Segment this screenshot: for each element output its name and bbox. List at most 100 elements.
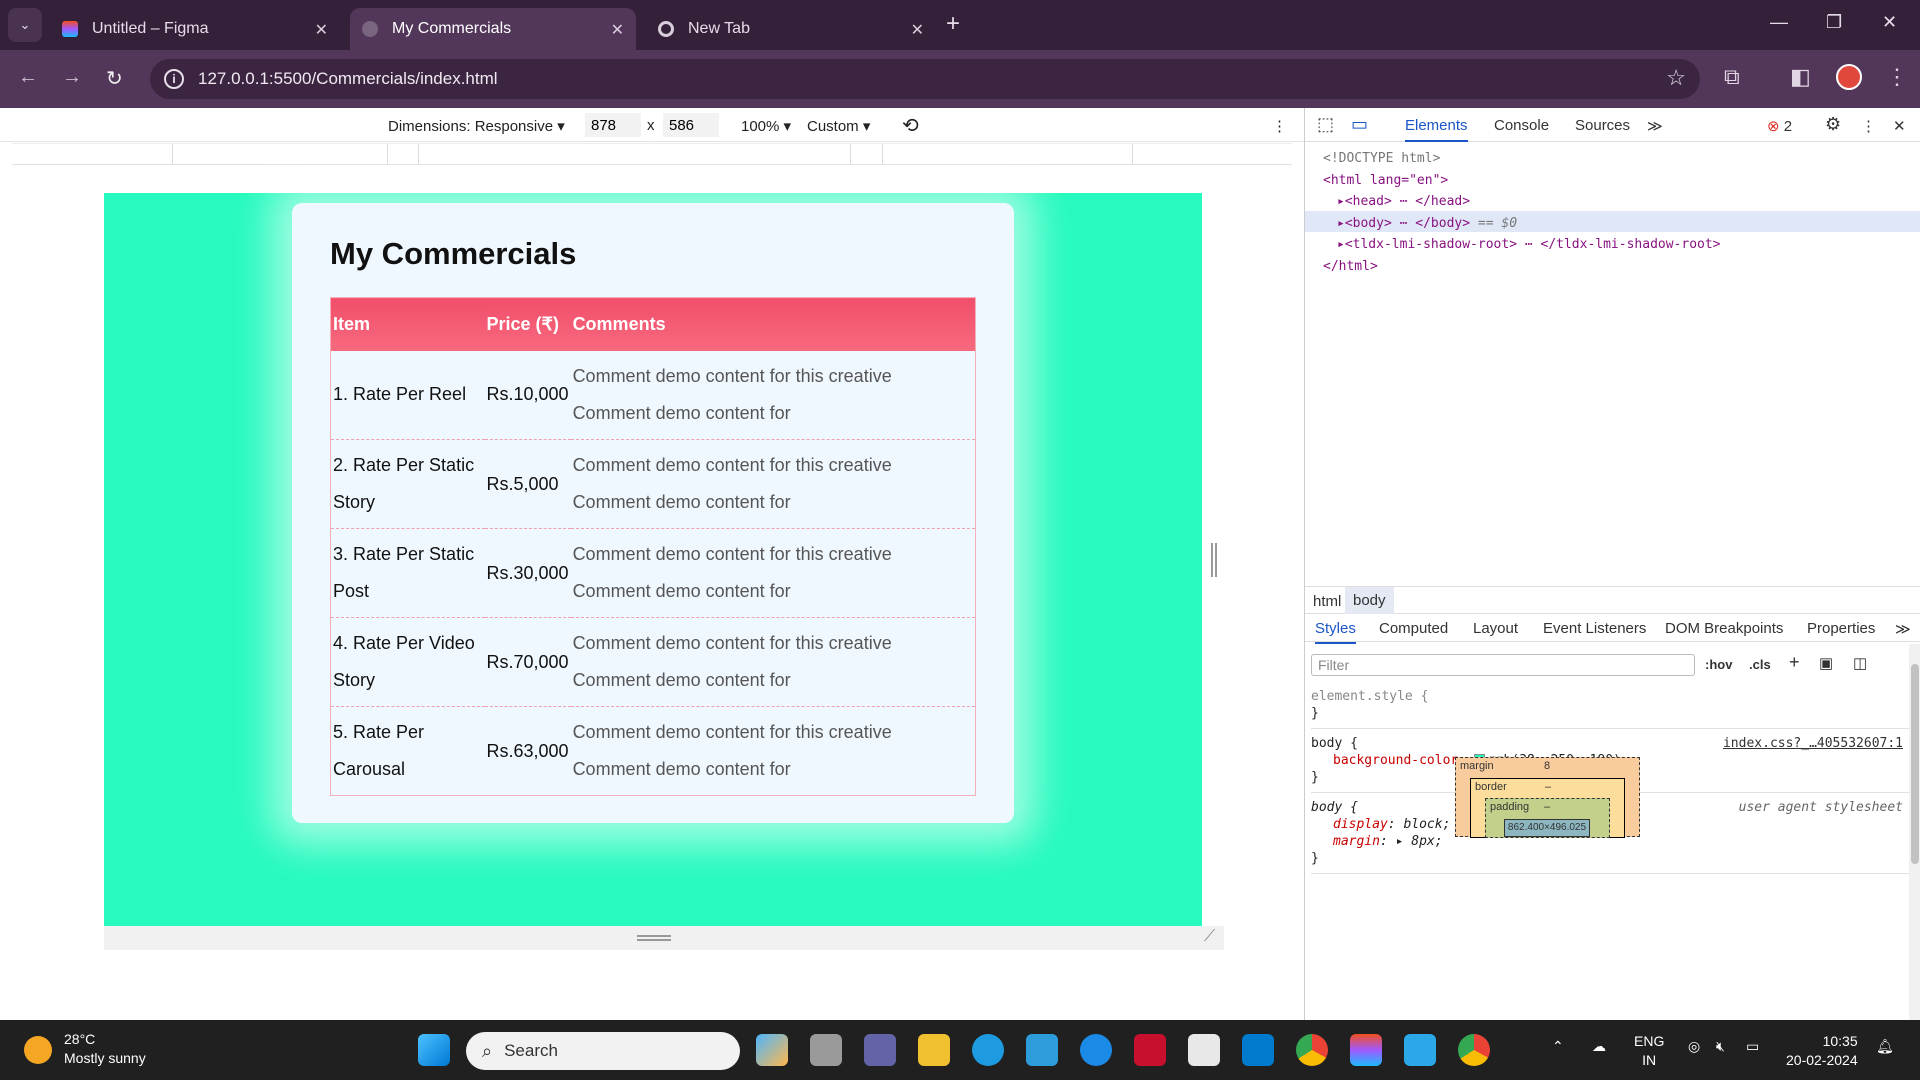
border-value[interactable]: –: [1545, 781, 1551, 793]
notification-bell-icon[interactable]: 🔔︎: [1876, 1038, 1894, 1055]
onedrive-icon[interactable]: ☁: [1592, 1038, 1606, 1055]
forward-icon[interactable]: →: [62, 66, 82, 89]
side-panel-icon[interactable]: ◧: [1790, 64, 1811, 90]
header-price: Price (₹): [484, 297, 571, 351]
resize-corner-icon[interactable]: ⟋: [1204, 928, 1215, 946]
resize-handle-bottom[interactable]: [637, 935, 671, 941]
url-text[interactable]: 127.0.0.1:5500/Commercials/index.html: [198, 69, 498, 89]
weather-text: 28°C Mostly sunny: [64, 1031, 146, 1066]
sidebar-toggle-icon[interactable]: ◫: [1853, 654, 1867, 672]
restore-icon[interactable]: ❐: [1826, 12, 1842, 33]
tab-figma[interactable]: Untitled – Figma ✕: [50, 8, 340, 50]
file-explorer-icon[interactable]: [918, 1034, 950, 1066]
dom-html-close: </html>: [1323, 258, 1378, 274]
dimensions-dropdown[interactable]: Dimensions: Responsive ▾: [388, 117, 565, 135]
hov-toggle[interactable]: :hov: [1705, 657, 1732, 672]
tab-computed[interactable]: Computed: [1379, 620, 1448, 637]
network-icon[interactable]: ◎: [1688, 1038, 1700, 1055]
app-icon[interactable]: [1026, 1034, 1058, 1066]
figma-icon[interactable]: [1350, 1034, 1382, 1066]
device-toggle-icon[interactable]: ▭: [1351, 114, 1368, 135]
media-query-ruler: [12, 143, 1292, 166]
margin-value[interactable]: 8: [1544, 760, 1550, 772]
volume-muted-icon[interactable]: 🔇︎: [1716, 1038, 1725, 1055]
language-indicator[interactable]: ENG IN: [1634, 1032, 1664, 1070]
scrollbar-thumb[interactable]: [1911, 664, 1919, 864]
inspect-icon[interactable]: ⬚: [1317, 114, 1334, 135]
more-tabs-icon[interactable]: ≫: [1647, 117, 1663, 135]
close-tab-icon[interactable]: ✕: [315, 20, 328, 40]
minimize-icon[interactable]: —: [1770, 12, 1788, 33]
more-style-tabs-icon[interactable]: ≫: [1895, 620, 1911, 638]
content-box[interactable]: 862.400×496.025: [1504, 819, 1590, 837]
tab-elements[interactable]: Elements: [1405, 117, 1468, 142]
help-icon[interactable]: [1080, 1034, 1112, 1066]
comment-line: Comment demo content for this creative: [572, 365, 892, 386]
menu-icon[interactable]: ⋮: [1886, 64, 1908, 90]
tab-my-commercials[interactable]: My Commercials ✕: [350, 8, 636, 50]
bookmark-star-icon[interactable]: ☆: [1666, 65, 1686, 91]
cls-toggle[interactable]: .cls: [1749, 657, 1771, 672]
reload-icon[interactable]: ↻: [106, 66, 123, 91]
dom-shadow-root[interactable]: ▸<tldx-lmi-shadow-root> ⋯ </tldx-lmi-sha…: [1323, 234, 1721, 256]
new-tab-button[interactable]: +: [946, 10, 960, 38]
table-header-row: Item Price (₹) Comments: [330, 297, 976, 351]
paint-icon[interactable]: ▣: [1819, 654, 1833, 672]
add-rule-icon[interactable]: +: [1789, 652, 1800, 673]
throttle-dropdown[interactable]: Custom ▾: [807, 117, 870, 135]
row-item: 3. Rate Per Static Post: [330, 528, 485, 618]
close-window-icon[interactable]: ✕: [1882, 12, 1897, 33]
tab-layout[interactable]: Layout: [1473, 620, 1518, 637]
tab-styles[interactable]: Styles: [1315, 620, 1356, 644]
vscode-icon[interactable]: [1242, 1034, 1274, 1066]
teams-icon[interactable]: [864, 1034, 896, 1066]
extensions-icon[interactable]: ⧉: [1724, 64, 1740, 90]
tab-event-listeners[interactable]: Event Listeners: [1543, 620, 1646, 637]
task-view-icon[interactable]: [810, 1034, 842, 1066]
devtools-close-icon[interactable]: ✕: [1893, 117, 1906, 135]
dom-html-open[interactable]: <html lang="en">: [1323, 170, 1721, 192]
address-bar[interactable]: i 127.0.0.1:5500/Commercials/index.html …: [150, 59, 1700, 99]
rotate-icon[interactable]: ⟲: [902, 113, 919, 138]
crumb-html[interactable]: html: [1313, 593, 1341, 610]
profile-avatar[interactable]: [1836, 64, 1862, 90]
clock[interactable]: 10:35 20-02-2024: [1786, 1032, 1858, 1070]
crumb-body[interactable]: body: [1345, 587, 1394, 614]
tab-dom-breakpoints[interactable]: DOM Breakpoints: [1665, 620, 1783, 637]
error-icon[interactable]: ⊗ 2: [1767, 117, 1792, 135]
tab-console[interactable]: Console: [1494, 117, 1549, 134]
devtools-menu-icon[interactable]: ⋮: [1861, 117, 1876, 135]
tray-chevron-icon[interactable]: ⌃: [1552, 1038, 1564, 1055]
tab-properties[interactable]: Properties: [1807, 620, 1875, 637]
zoom-dropdown[interactable]: 100% ▾: [741, 117, 791, 135]
tab-new-tab[interactable]: New Tab ✕: [646, 8, 936, 50]
copilot-icon[interactable]: [756, 1034, 788, 1066]
height-input[interactable]: [663, 113, 719, 137]
width-input[interactable]: [585, 113, 641, 137]
chrome-icon[interactable]: [1296, 1034, 1328, 1066]
rule-source-link[interactable]: index.css?_…405532607:1: [1723, 735, 1903, 752]
close-tab-icon[interactable]: ✕: [911, 20, 924, 40]
windows-start-icon[interactable]: [418, 1034, 450, 1066]
battery-icon[interactable]: ▭: [1746, 1038, 1759, 1055]
edge-icon[interactable]: [972, 1034, 1004, 1066]
styles-filter-input[interactable]: Filter: [1311, 654, 1695, 676]
close-tab-icon[interactable]: ✕: [611, 20, 624, 40]
back-icon[interactable]: ←: [18, 66, 38, 89]
mcafee-icon[interactable]: [1134, 1034, 1166, 1066]
chrome-profile-icon[interactable]: [1458, 1034, 1490, 1066]
settings-gear-icon[interactable]: ⚙: [1825, 114, 1841, 135]
dom-head[interactable]: ▸<head> ⋯ </head>: [1323, 191, 1721, 213]
device-more-icon[interactable]: ⋮: [1272, 117, 1287, 135]
tab-sources[interactable]: Sources: [1575, 117, 1630, 134]
tab-search-button[interactable]: ⌄: [8, 8, 42, 42]
padding-value[interactable]: –: [1544, 801, 1550, 813]
photos-icon[interactable]: [1404, 1034, 1436, 1066]
row-comments: Comment demo content for this creative Co…: [570, 350, 976, 440]
site-info-icon[interactable]: i: [164, 69, 184, 89]
styles-scrollbar[interactable]: [1909, 644, 1920, 1020]
taskbar-search[interactable]: ⌕ Search: [466, 1032, 740, 1070]
dom-body[interactable]: ▸<body> ⋯ </body> == $0: [1323, 213, 1721, 235]
notepad-icon[interactable]: [1188, 1034, 1220, 1066]
resize-handle-right[interactable]: [1211, 543, 1217, 577]
